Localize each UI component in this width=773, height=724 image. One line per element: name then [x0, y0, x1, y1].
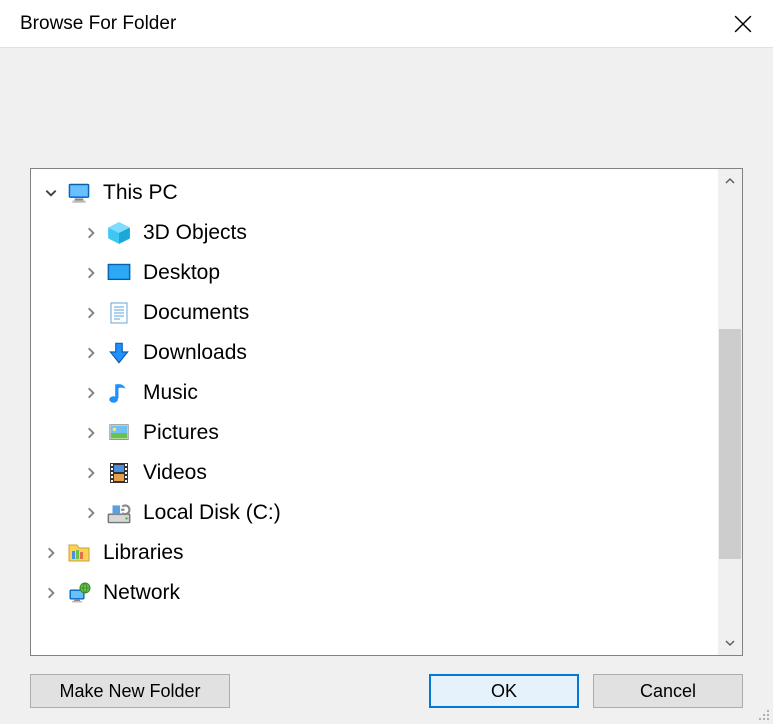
- chevron-right-icon[interactable]: [81, 423, 101, 443]
- chevron-right-icon[interactable]: [81, 223, 101, 243]
- this-pc-icon: [65, 179, 93, 207]
- cancel-button[interactable]: Cancel: [593, 674, 743, 708]
- chevron-right-icon[interactable]: [81, 503, 101, 523]
- tree-node-downloads[interactable]: Downloads: [31, 333, 718, 373]
- libraries-icon: [65, 539, 93, 567]
- tree-node-videos[interactable]: Videos: [31, 453, 718, 493]
- tree-node-label: Network: [103, 581, 180, 605]
- button-label: OK: [491, 681, 517, 702]
- download-arrow-icon: [105, 339, 133, 367]
- tree-node-this-pc[interactable]: This PC: [31, 173, 718, 213]
- titlebar: Browse For Folder: [0, 0, 773, 48]
- tree-node-label: Music: [143, 381, 198, 405]
- chevron-right-icon[interactable]: [81, 463, 101, 483]
- close-button[interactable]: [713, 0, 773, 48]
- tree-node-label: Desktop: [143, 261, 220, 285]
- music-note-icon: [105, 379, 133, 407]
- drive-icon: [105, 499, 133, 527]
- desktop-icon: [105, 259, 133, 287]
- chevron-right-icon[interactable]: [81, 343, 101, 363]
- document-icon: [105, 299, 133, 327]
- make-new-folder-button[interactable]: Make New Folder: [30, 674, 230, 708]
- chevron-down-icon[interactable]: [41, 183, 61, 203]
- chevron-right-icon[interactable]: [81, 263, 101, 283]
- scroll-up-button[interactable]: [718, 169, 742, 193]
- vertical-scrollbar[interactable]: [718, 169, 742, 655]
- tree-node-desktop[interactable]: Desktop: [31, 253, 718, 293]
- tree-node-music[interactable]: Music: [31, 373, 718, 413]
- tree-node-label: This PC: [103, 181, 178, 205]
- scroll-down-button[interactable]: [718, 631, 742, 655]
- tree-node-label: Pictures: [143, 421, 219, 445]
- tree-node-label: Videos: [143, 461, 207, 485]
- tree-node-label: Local Disk (C:): [143, 501, 281, 525]
- button-label: Cancel: [640, 681, 696, 702]
- dialog-title: Browse For Folder: [20, 13, 713, 35]
- tree-node-libraries[interactable]: Libraries: [31, 533, 718, 573]
- resize-grip-icon[interactable]: [755, 706, 771, 722]
- browse-folder-dialog: Browse For Folder: [0, 0, 773, 724]
- folder-tree[interactable]: This PC 3D Objects: [31, 169, 718, 655]
- tree-node-network[interactable]: Network: [31, 573, 718, 613]
- chevron-right-icon[interactable]: [41, 543, 61, 563]
- network-icon: [65, 579, 93, 607]
- dialog-body: This PC 3D Objects: [0, 48, 773, 724]
- tree-node-3d-objects[interactable]: 3D Objects: [31, 213, 718, 253]
- close-icon: [734, 15, 752, 33]
- tree-node-label: Documents: [143, 301, 249, 325]
- ok-button[interactable]: OK: [429, 674, 579, 708]
- film-icon: [105, 459, 133, 487]
- tree-node-label: Downloads: [143, 341, 247, 365]
- button-row: Make New Folder OK Cancel: [30, 656, 743, 710]
- picture-icon: [105, 419, 133, 447]
- folder-tree-container: This PC 3D Objects: [30, 168, 743, 656]
- tree-node-label: 3D Objects: [143, 221, 247, 245]
- scroll-thumb[interactable]: [719, 329, 741, 559]
- tree-node-label: Libraries: [103, 541, 184, 565]
- button-label: Make New Folder: [59, 681, 200, 702]
- chevron-right-icon[interactable]: [41, 583, 61, 603]
- cube-icon: [105, 219, 133, 247]
- tree-node-local-disk[interactable]: Local Disk (C:): [31, 493, 718, 533]
- tree-node-pictures[interactable]: Pictures: [31, 413, 718, 453]
- tree-node-documents[interactable]: Documents: [31, 293, 718, 333]
- chevron-right-icon[interactable]: [81, 303, 101, 323]
- chevron-right-icon[interactable]: [81, 383, 101, 403]
